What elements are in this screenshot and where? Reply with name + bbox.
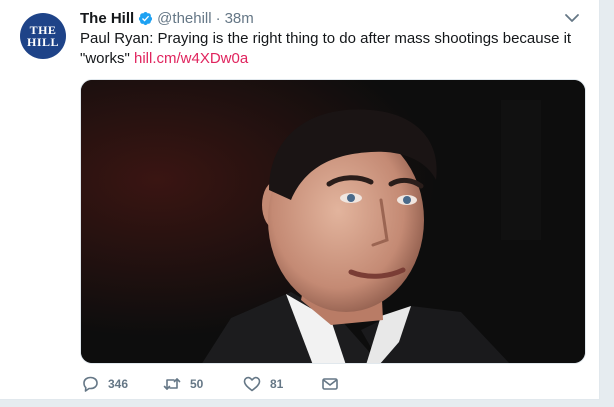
tweet-card[interactable]: THE HILL The Hill @thehill · 38m Paul Ry… [0, 0, 600, 400]
direct-message-button[interactable] [320, 374, 340, 394]
envelope-icon [322, 378, 338, 390]
handle[interactable]: @thehill [157, 10, 211, 27]
retweet-button[interactable]: 50 [162, 374, 203, 394]
tweet-link[interactable]: hill.cm/w4XDw0a [134, 50, 248, 67]
reply-icon [83, 376, 98, 392]
timestamp[interactable]: 38m [225, 10, 254, 27]
like-count: 81 [270, 377, 284, 391]
reply-button[interactable]: 346 [80, 374, 128, 394]
tweet-header: The Hill @thehill · 38m [80, 8, 254, 28]
heart-icon [243, 376, 261, 392]
verified-badge-icon [138, 11, 153, 26]
retweet-icon [163, 378, 181, 390]
chevron-down-icon[interactable] [563, 9, 581, 27]
avatar-text-bottom: HILL [26, 35, 59, 49]
reply-count: 346 [108, 377, 129, 391]
avatar[interactable]: THE HILL [20, 13, 66, 59]
like-button[interactable]: 81 [242, 374, 283, 394]
display-name[interactable]: The Hill [80, 10, 134, 27]
retweet-count: 50 [190, 377, 204, 391]
separator-dot: · [215, 9, 221, 27]
tweet-actions: 346 50 81 [80, 374, 380, 394]
photo-image [81, 80, 585, 363]
tweet-text: Paul Ryan: Praying is the right thing to… [80, 29, 580, 69]
tweet-photo[interactable] [80, 79, 586, 364]
